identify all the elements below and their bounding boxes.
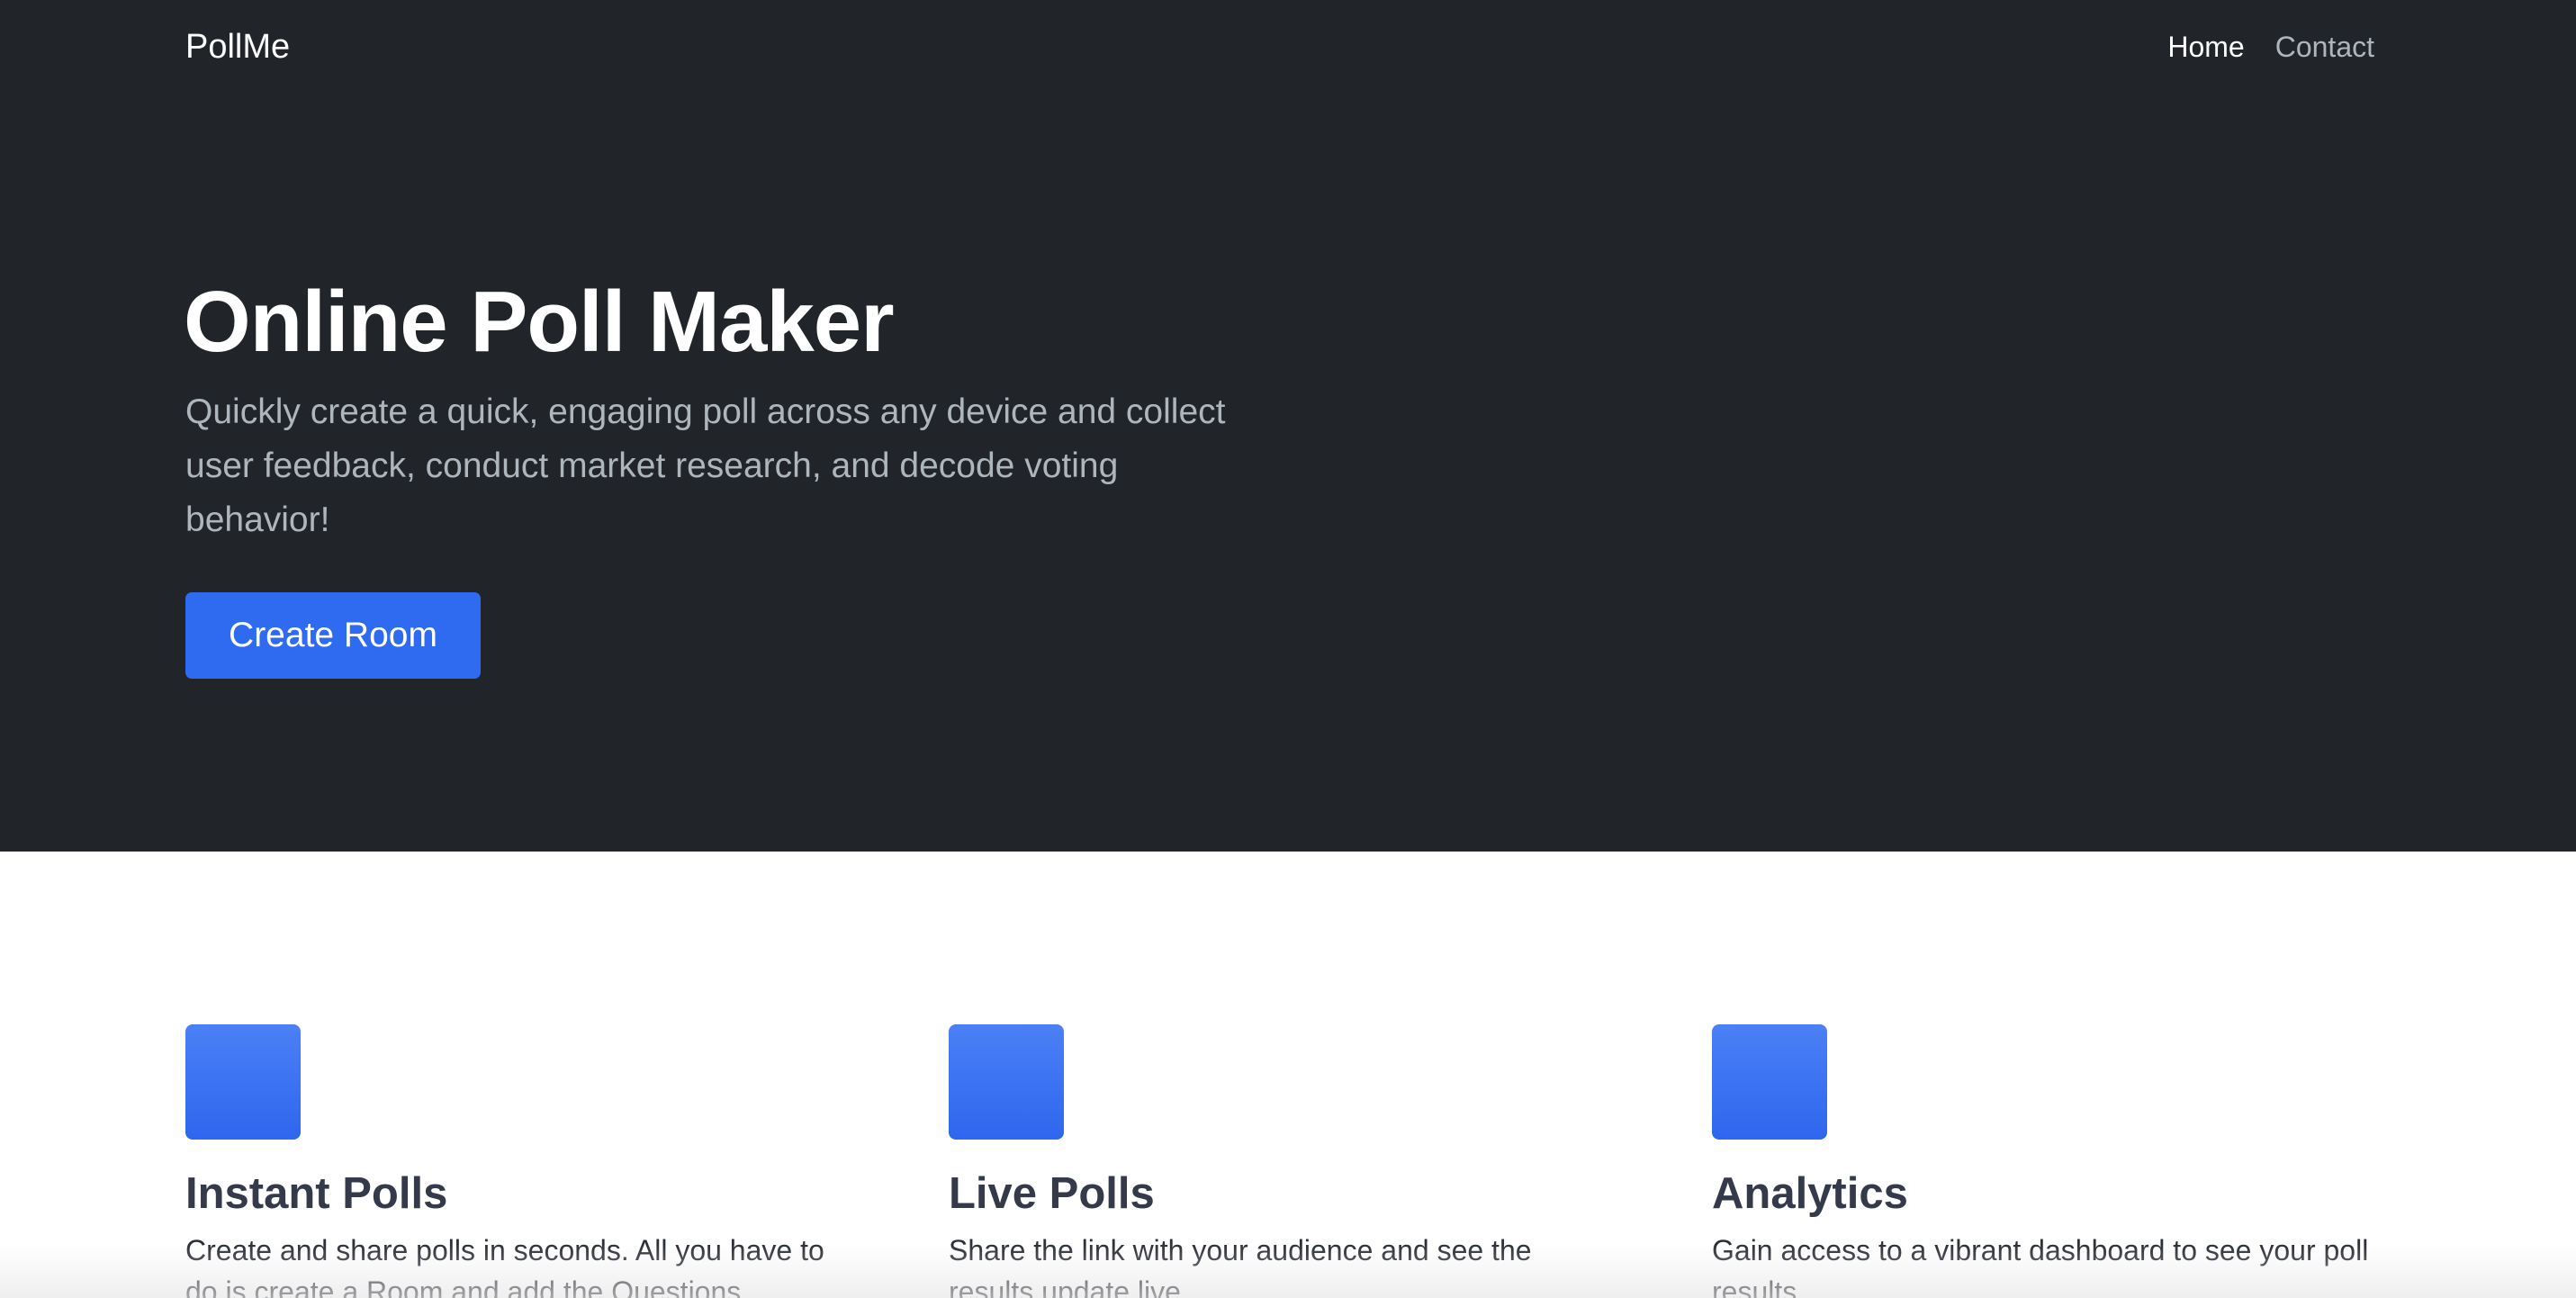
feature-description: Gain access to a vibrant dashboard to se… xyxy=(1712,1234,2369,1298)
create-room-button[interactable]: Create Room xyxy=(185,592,481,679)
feature-description: Share the link with your audience and se… xyxy=(949,1234,1532,1298)
page: PollMe Home Contact Online Poll Maker Qu… xyxy=(0,0,2576,1298)
nav-link-contact[interactable]: Contact xyxy=(2275,23,2374,70)
hero-title: Online Poll Maker xyxy=(184,274,895,370)
instant-polls-icon xyxy=(185,1024,301,1140)
analytics-icon xyxy=(1712,1024,1827,1140)
nav-link-home[interactable]: Home xyxy=(2167,23,2244,70)
live-polls-icon xyxy=(949,1024,1064,1140)
feature-instant-polls: Instant Polls Create and share polls in … xyxy=(185,1024,851,1298)
feature-description: Create and share polls in seconds. All y… xyxy=(185,1234,824,1298)
feature-title: Analytics xyxy=(1712,1169,1908,1218)
main-nav: Home Contact xyxy=(2167,23,2374,70)
feature-title: Live Polls xyxy=(949,1169,1155,1218)
feature-title: Instant Polls xyxy=(185,1169,448,1218)
feature-analytics: Analytics Gain access to a vibrant dashb… xyxy=(1712,1024,2378,1298)
hero-section: PollMe Home Contact Online Poll Maker Qu… xyxy=(0,0,2576,852)
feature-live-polls: Live Polls Share the link with your audi… xyxy=(949,1024,1615,1298)
hero-subtitle: Quickly create a quick, engaging poll ac… xyxy=(185,392,1226,539)
brand-logo[interactable]: PollMe xyxy=(185,23,290,70)
